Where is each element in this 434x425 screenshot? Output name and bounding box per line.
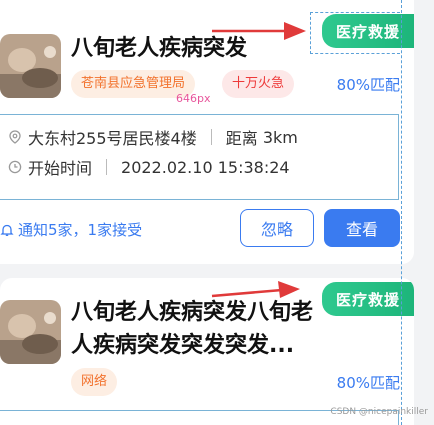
bell-icon [0,224,14,236]
distance-label: 距离 [225,129,258,148]
urgency-badge: 十万火急 [222,70,295,98]
time-label: 开始时间 [28,159,93,178]
event-title: 八旬老人疾病突发八旬老人疾病突发突发突发... [71,300,314,358]
guide-line [401,0,402,425]
avatar [0,300,61,364]
distance-value: 3km [262,127,298,147]
ignore-button[interactable]: 忽略 [240,209,314,247]
match-rate: 80%匹配 [336,76,400,94]
watermark: CSDN @nicepainkiller [330,407,428,417]
rescue-card-2[interactable]: 医疗救援 八旬老人疾病突发八旬老人疾病突发突发突发... 网络 80%匹配 [0,278,414,425]
dimension-annotation: 646px [176,92,211,105]
clock-icon [8,160,22,174]
event-title: 八旬老人疾病突发 [71,36,248,61]
notify-status: 通知5家，1家接受 [0,219,142,240]
start-time: 2022.02.10 15:38:24 [121,157,290,177]
separator [210,129,212,145]
match-rate: 80%匹配 [336,374,400,392]
info-box: 大东村255号居民楼4楼 距离 3km 开始时间 2022.02.10 15:3… [0,114,399,200]
address-text: 大东村255号居民楼4楼 [28,129,197,148]
source-badge: 网络 [71,368,118,396]
view-button[interactable]: 查看 [324,209,400,247]
separator [106,159,108,175]
location-pin-icon [9,130,21,144]
guide-box [310,12,400,54]
time-row: 开始时间 2022.02.10 15:38:24 [8,155,290,179]
notify-text: 通知5家，1家接受 [18,221,143,239]
avatar [0,34,61,98]
location-row: 大东村255号居民楼4楼 距离 3km [8,125,298,149]
